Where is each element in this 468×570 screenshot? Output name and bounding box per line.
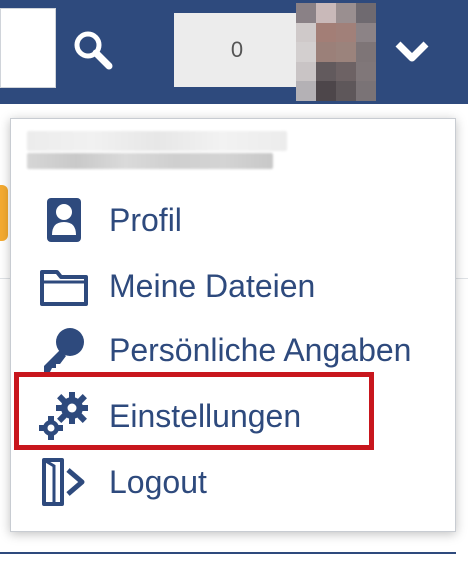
menu-item-label: Meine Dateien bbox=[109, 267, 316, 304]
user-icon bbox=[35, 191, 93, 249]
user-email-redacted bbox=[27, 153, 273, 169]
search-icon bbox=[74, 31, 113, 70]
user-menu-toggle[interactable] bbox=[380, 14, 444, 88]
search-button[interactable] bbox=[62, 10, 124, 90]
avatar[interactable] bbox=[296, 3, 376, 101]
top-navigation-bar: 0 bbox=[0, 0, 468, 104]
menu-item-label: Profil bbox=[109, 201, 182, 238]
background-accent bbox=[0, 185, 8, 241]
menu-item-persoenliche-angaben[interactable]: Persönliche Angaben bbox=[35, 321, 445, 379]
menu-item-label: Einstellungen bbox=[109, 397, 302, 434]
menu-item-label: Persönliche Angaben bbox=[109, 331, 412, 368]
menu-item-logout[interactable]: Logout bbox=[35, 453, 445, 511]
key-icon bbox=[35, 321, 93, 379]
gears-icon bbox=[35, 387, 93, 445]
search-input[interactable] bbox=[0, 8, 56, 88]
counter-field[interactable]: 0 bbox=[174, 13, 300, 87]
menu-item-meine-dateien[interactable]: Meine Dateien bbox=[35, 257, 445, 315]
user-name-redacted bbox=[27, 131, 287, 151]
chevron-down-icon bbox=[395, 41, 429, 62]
menu-item-profil[interactable]: Profil bbox=[35, 191, 445, 249]
user-dropdown-menu: Profil Meine Dateien Persönliche Angaben bbox=[10, 118, 456, 532]
menu-item-einstellungen[interactable]: Einstellungen bbox=[35, 387, 445, 445]
folder-icon bbox=[35, 257, 93, 315]
menu-item-label: Logout bbox=[109, 463, 207, 500]
logout-icon bbox=[35, 453, 93, 511]
background-panel-edge bbox=[0, 544, 456, 554]
